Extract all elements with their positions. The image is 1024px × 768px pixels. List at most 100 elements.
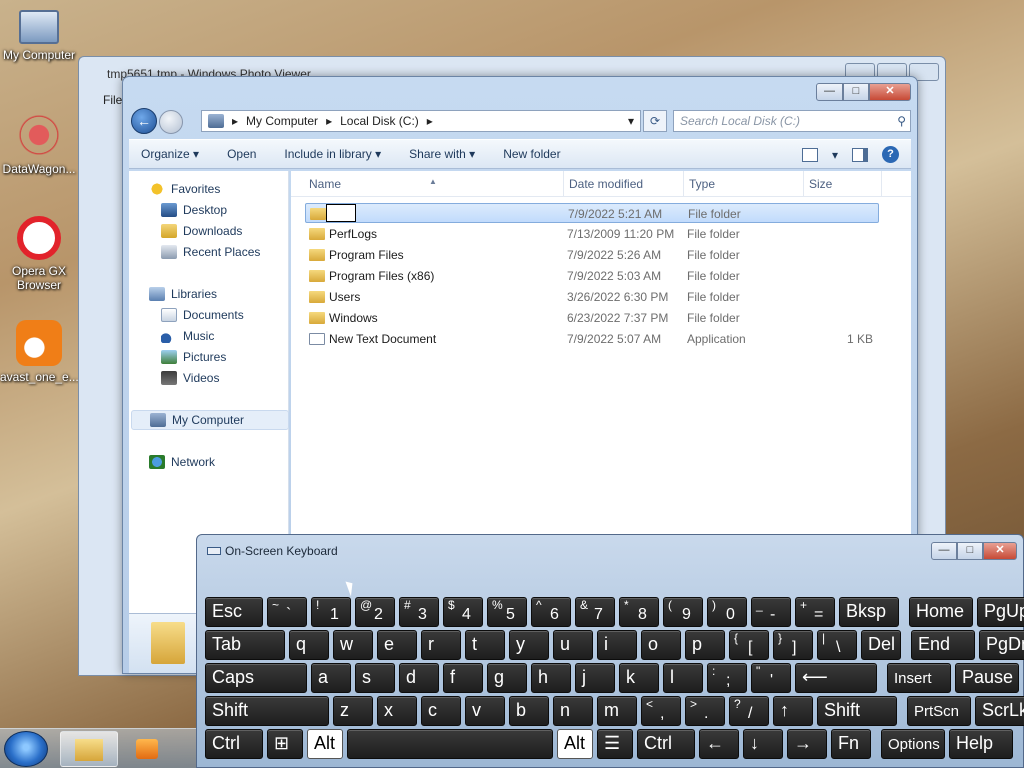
search-input[interactable]: Search Local Disk (C:) ⚲	[673, 110, 911, 132]
key-g[interactable]: g	[487, 663, 527, 693]
key-symbol1[interactable]: ⊞	[267, 729, 303, 759]
key-caps[interactable]: Caps	[205, 663, 307, 693]
column-type[interactable]: Type	[689, 177, 715, 191]
key-alt[interactable]: Alt	[557, 729, 593, 759]
desktop-icon-avast[interactable]: avast_one_e...	[0, 320, 79, 384]
key-p[interactable]: p	[685, 630, 725, 660]
key-m[interactable]: m	[597, 696, 637, 726]
key-ctrl[interactable]: Ctrl	[205, 729, 263, 759]
maximize-button[interactable]: □	[843, 83, 869, 101]
key-3[interactable]: #3	[399, 597, 439, 627]
desktop-icon-opera-gx[interactable]: Opera GX Browser	[0, 216, 78, 292]
key-y[interactable]: y	[509, 630, 549, 660]
include-in-library-button[interactable]: Include in library ▾	[284, 147, 381, 161]
key-symbol10[interactable]: :;	[707, 663, 747, 693]
key-f[interactable]: f	[443, 663, 483, 693]
key-0[interactable]: ) 0	[707, 597, 747, 627]
open-button[interactable]: Open	[227, 147, 256, 161]
minimize-button[interactable]: —	[816, 83, 843, 101]
key-symbol9[interactable]: →	[787, 729, 827, 759]
column-separator[interactable]	[803, 171, 804, 197]
key-1[interactable]: ! 1	[311, 597, 351, 627]
key-scrlk[interactable]: ScrLk	[975, 696, 1024, 726]
key-u[interactable]: u	[553, 630, 593, 660]
key-symbol8[interactable]: <,	[641, 696, 681, 726]
key-d[interactable]: d	[399, 663, 439, 693]
nav-videos[interactable]: Videos	[161, 368, 219, 388]
key-insert[interactable]: Insert	[887, 663, 951, 693]
breadcrumb-local-disk[interactable]: Local Disk (C:)	[340, 114, 419, 128]
preview-pane-icon[interactable]	[852, 147, 868, 162]
key-symbol8[interactable]: ↓	[743, 729, 783, 759]
table-row[interactable]: Windows 6/23/2022 7:37 PM File folder	[305, 308, 879, 328]
column-size[interactable]: Size	[809, 177, 832, 191]
key-r[interactable]: r	[421, 630, 461, 660]
key-7[interactable]: & 7	[575, 597, 615, 627]
breadcrumb-my-computer[interactable]: My Computer	[246, 114, 318, 128]
nav-documents[interactable]: Documents	[161, 305, 244, 325]
refresh-button[interactable]: ⟳	[643, 110, 667, 132]
nav-network[interactable]: Network	[149, 452, 215, 472]
maximize-button[interactable]: □	[957, 542, 983, 560]
key-symbol11[interactable]: ↑	[773, 696, 813, 726]
address-bar[interactable]: ▸ My Computer ▸ Local Disk (C:) ▸ ▾	[201, 110, 641, 132]
photo-viewer-file-menu[interactable]: File	[103, 93, 122, 107]
key-symbol12[interactable]: ⟵	[795, 663, 877, 693]
key-t[interactable]: t	[465, 630, 505, 660]
nav-favorites[interactable]: Favorites	[149, 179, 220, 199]
key-fn[interactable]: Fn	[831, 729, 871, 759]
key-pause[interactable]: Pause	[955, 663, 1019, 693]
key-tab[interactable]: Tab	[205, 630, 285, 660]
key-k[interactable]: k	[619, 663, 659, 693]
key-pgup[interactable]: PgUp	[977, 597, 1024, 627]
nav-pictures[interactable]: Pictures	[161, 347, 226, 367]
key-i[interactable]: i	[597, 630, 637, 660]
column-separator[interactable]	[881, 171, 882, 197]
back-button[interactable]: ←	[131, 108, 157, 134]
key-home[interactable]: Home	[909, 597, 973, 627]
nav-downloads[interactable]: Downloads	[161, 221, 242, 241]
key-w[interactable]: w	[333, 630, 373, 660]
key-b[interactable]: b	[509, 696, 549, 726]
on-screen-keyboard-window[interactable]: On-Screen Keyboard — □ ✕ Esc ~ `! 1 @2 #3 $4% 5…	[196, 534, 1024, 768]
table-row[interactable]: New Text Document 7/9/2022 5:07 AM Appli…	[305, 329, 879, 349]
key-del[interactable]: Del	[861, 630, 901, 660]
chevron-down-icon[interactable]: ▾	[832, 148, 838, 162]
key-2[interactable]: @2	[355, 597, 395, 627]
key-6[interactable]: ^ 6	[531, 597, 571, 627]
start-button[interactable]	[4, 731, 48, 767]
share-with-button[interactable]: Share with ▾	[409, 147, 475, 161]
nav-desktop[interactable]: Desktop	[161, 200, 227, 220]
key-options[interactable]: Options	[881, 729, 945, 759]
key-shift[interactable]: Shift	[205, 696, 329, 726]
forward-button[interactable]	[159, 110, 183, 134]
key-end[interactable]: End	[911, 630, 975, 660]
table-row[interactable]: Users 3/26/2022 6:30 PM File folder	[305, 287, 879, 307]
key-symbol10[interactable]: ? /	[729, 696, 769, 726]
key-l[interactable]: l	[663, 663, 703, 693]
column-name[interactable]: Name	[309, 177, 341, 191]
key-n[interactable]: n	[553, 696, 593, 726]
desktop-icon-datawagon[interactable]: DataWagon...	[0, 112, 78, 176]
new-folder-button[interactable]: New folder	[503, 147, 560, 161]
desktop-icon-my-computer[interactable]: My Computer	[0, 10, 78, 62]
key-help[interactable]: Help	[949, 729, 1013, 759]
key-symbol11[interactable]: " '	[751, 663, 791, 693]
help-icon[interactable]: ?	[882, 146, 899, 163]
key-h[interactable]: h	[531, 663, 571, 693]
minimize-button[interactable]: —	[931, 542, 957, 560]
close-button[interactable]: ✕	[869, 83, 911, 101]
key-symbol13[interactable]: + =	[795, 597, 835, 627]
key-symbol1[interactable]: ~ `	[267, 597, 307, 627]
close-button[interactable]: ✕	[983, 542, 1017, 560]
rename-input[interactable]	[326, 204, 356, 222]
key-9[interactable]: (9	[663, 597, 703, 627]
key-symbol9[interactable]: >.	[685, 696, 725, 726]
nav-libraries[interactable]: Libraries	[149, 284, 217, 304]
taskbar-explorer-button[interactable]	[60, 731, 118, 767]
key-shift[interactable]: Shift	[817, 696, 897, 726]
key-pgdn[interactable]: PgDn	[979, 630, 1024, 660]
key-alt[interactable]: Alt	[307, 729, 343, 759]
organize-button[interactable]: Organize ▾	[141, 147, 199, 161]
key-x[interactable]: x	[377, 696, 417, 726]
